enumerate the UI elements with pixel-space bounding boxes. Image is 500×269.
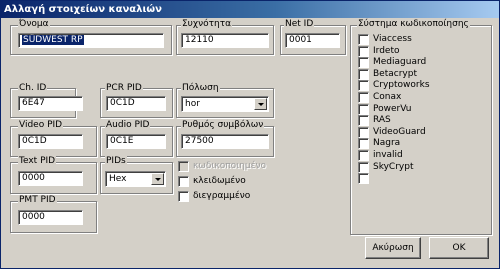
deleted-label: διεγραμμένο (193, 191, 251, 201)
symbol-rate-input[interactable]: 27500 (181, 134, 269, 149)
deleted-checkbox[interactable] (178, 191, 189, 202)
ch-id-label: Ch. ID (18, 83, 48, 93)
symbol-rate-label: Ρυθμός συμβόλων (181, 120, 265, 130)
pcr-pid-label: PCR PID (105, 83, 143, 93)
encryption-checkbox[interactable] (358, 173, 369, 185)
encryption-item-label: Irdeto (373, 45, 400, 56)
net-id-input[interactable]: 0001 (285, 33, 340, 48)
audio-pid-label: Audio PID (105, 120, 151, 130)
encrypted-checkbox (178, 161, 189, 172)
frequency-input[interactable]: 12110 (181, 33, 269, 48)
chevron-down-icon[interactable] (254, 98, 267, 110)
encryption-checkbox[interactable] (358, 92, 369, 103)
encryption-item-label: Betacrypt (373, 68, 417, 79)
encryption-checkbox[interactable] (358, 57, 369, 69)
polarization-value: hor (185, 99, 200, 109)
encryption-checkbox[interactable] (358, 126, 369, 138)
video-pid-label: Video PID (18, 120, 64, 130)
video-pid-input[interactable]: 0C1D (18, 134, 83, 149)
locked-checkbox[interactable] (178, 176, 189, 187)
polarization-select[interactable]: hor (181, 96, 269, 112)
encryption-checkbox[interactable] (358, 80, 369, 92)
net-id-label: Net ID (284, 19, 315, 29)
chevron-down-icon[interactable] (151, 173, 164, 185)
pids-select[interactable]: Hex (105, 171, 166, 187)
encryption-item-label: VideoGuard (373, 126, 426, 137)
encryption-checkbox[interactable] (358, 150, 369, 161)
text-pid-input[interactable]: 0000 (18, 171, 83, 186)
encryption-checkbox[interactable] (358, 68, 369, 80)
name-value: SÜDWEST RP (22, 35, 84, 45)
pids-label: PIDs (105, 156, 127, 166)
encryption-checkbox[interactable] (358, 138, 369, 150)
encryption-checkbox[interactable] (358, 103, 369, 115)
frequency-label: Συχνότητα (181, 19, 233, 29)
cancel-button[interactable]: Ακύρωση (365, 237, 421, 259)
encryption-item-label: Nagra (373, 138, 401, 149)
pids-value: Hex (109, 174, 127, 184)
encryption-item-label: Conax (373, 92, 402, 102)
encryption-item-label: Mediaguard (373, 57, 427, 68)
audio-pid-input[interactable]: 0C1E (106, 134, 166, 149)
encryption-checkbox[interactable] (358, 34, 369, 45)
locked-label: κλειδωμένο (193, 176, 246, 186)
text-pid-label: Text PID (18, 156, 57, 166)
pcr-pid-input[interactable]: 0C1D (106, 96, 166, 111)
name-input[interactable]: SÜDWEST RP (18, 33, 164, 48)
encryption-label: Σύστημα κωδικοποίησης (357, 19, 470, 29)
encryption-item-label: SkyCrypt (373, 161, 414, 172)
ch-id-input[interactable]: 6E47 (18, 96, 83, 111)
encrypted-label: κωδικοποιημένο (193, 161, 267, 171)
dialog-window: Αλλαγή στοιχείων καναλιών Όνομα SÜDWEST … (0, 0, 500, 269)
encryption-checkbox[interactable] (358, 115, 369, 127)
polarization-label: Πόλωση (181, 83, 220, 93)
encryption-item-label: Cryptoworks (373, 80, 430, 91)
title-bar[interactable]: Αλλαγή στοιχείων καναλιών (1, 1, 499, 18)
encryption-checkbox[interactable] (358, 161, 369, 173)
encryption-item-label: PowerVu (373, 103, 412, 114)
pmt-pid-label: PMT PID (18, 195, 57, 205)
encryption-item-label: RAS (373, 115, 391, 126)
encryption-checkbox[interactable] (358, 45, 369, 57)
pmt-pid-input[interactable]: 0000 (18, 210, 83, 225)
encryption-item-label: Viaccess (373, 34, 412, 44)
name-label: Όνομα (18, 19, 50, 29)
ok-button[interactable]: OK (429, 237, 489, 259)
encryption-item-label: invalid (373, 150, 403, 160)
